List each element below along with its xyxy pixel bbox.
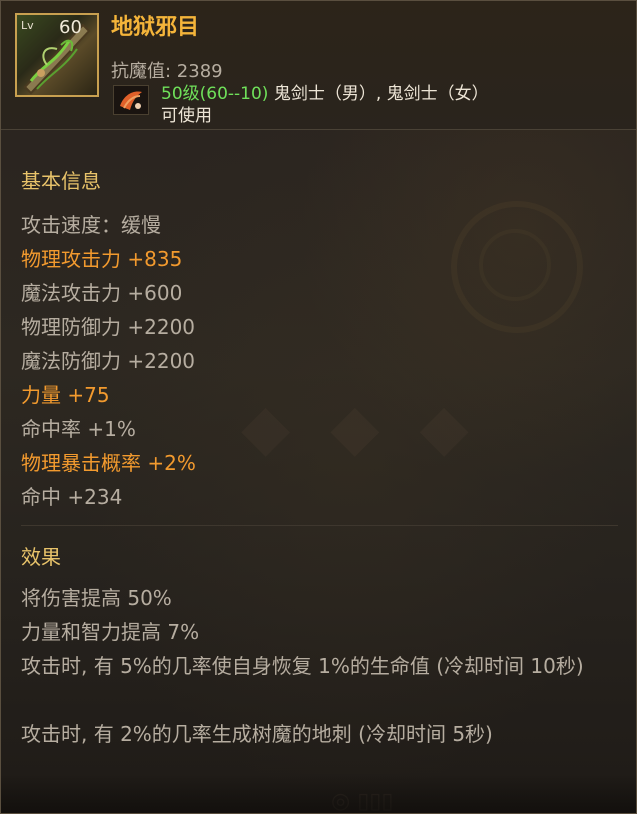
stat-attack-speed: 攻击速度：缓慢 bbox=[21, 213, 161, 237]
stat-physical-defense: 物理防御力 +2200 bbox=[21, 315, 196, 339]
required-classes: 鬼剑士（男）, 鬼剑士（女） bbox=[273, 84, 489, 104]
effect-line: 攻击时, 有 5%的几率使自身恢复 1%的生命值 (冷却时间 10秒) bbox=[21, 654, 584, 678]
stat-strength: 力量 +75 bbox=[21, 383, 110, 407]
stat-magic-attack: 魔法攻击力 +600 bbox=[21, 281, 183, 305]
tooltip-header: Lv 60 地狱邪目 抗魔值: 2389 50级(60--10) 鬼剑士（男）,… bbox=[1, 1, 636, 130]
sword-item-icon: Lv 60 bbox=[15, 13, 99, 97]
background-glyphs: ◆◆◆ bbox=[241, 391, 509, 465]
background-emblem bbox=[451, 201, 583, 333]
effect-line: 攻击时, 有 2%的几率生成树魔的地刺 (冷却时间 5秒) bbox=[21, 722, 493, 746]
item-tooltip: ◆◆◆ Lv 60 地狱邪目 抗魔值: 2389 50级(60--10) 鬼剑士… bbox=[0, 0, 637, 814]
level-prefix: Lv bbox=[21, 19, 34, 32]
basic-info-title: 基本信息 bbox=[21, 169, 101, 193]
effects-title: 效果 bbox=[21, 545, 61, 569]
effect-line: 将伤害提高 50% bbox=[21, 586, 172, 610]
stat-hit-rate: 命中率 +1% bbox=[21, 417, 136, 441]
stat-physical-attack: 物理攻击力 +835 bbox=[21, 247, 183, 271]
stat-magic-defense: 魔法防御力 +2200 bbox=[21, 349, 196, 373]
effect-line: 力量和智力提高 7% bbox=[21, 620, 200, 644]
stat-physical-crit: 物理暴击概率 +2% bbox=[21, 451, 196, 475]
usable-status: 可使用 bbox=[161, 106, 212, 126]
bottom-fade bbox=[1, 773, 636, 813]
stat-hit: 命中 +234 bbox=[21, 485, 123, 509]
ghost-swordsman-class-icon bbox=[113, 85, 149, 115]
item-level: 60 bbox=[59, 17, 82, 38]
section-divider bbox=[21, 525, 618, 526]
item-name: 地狱邪目 bbox=[111, 15, 200, 40]
